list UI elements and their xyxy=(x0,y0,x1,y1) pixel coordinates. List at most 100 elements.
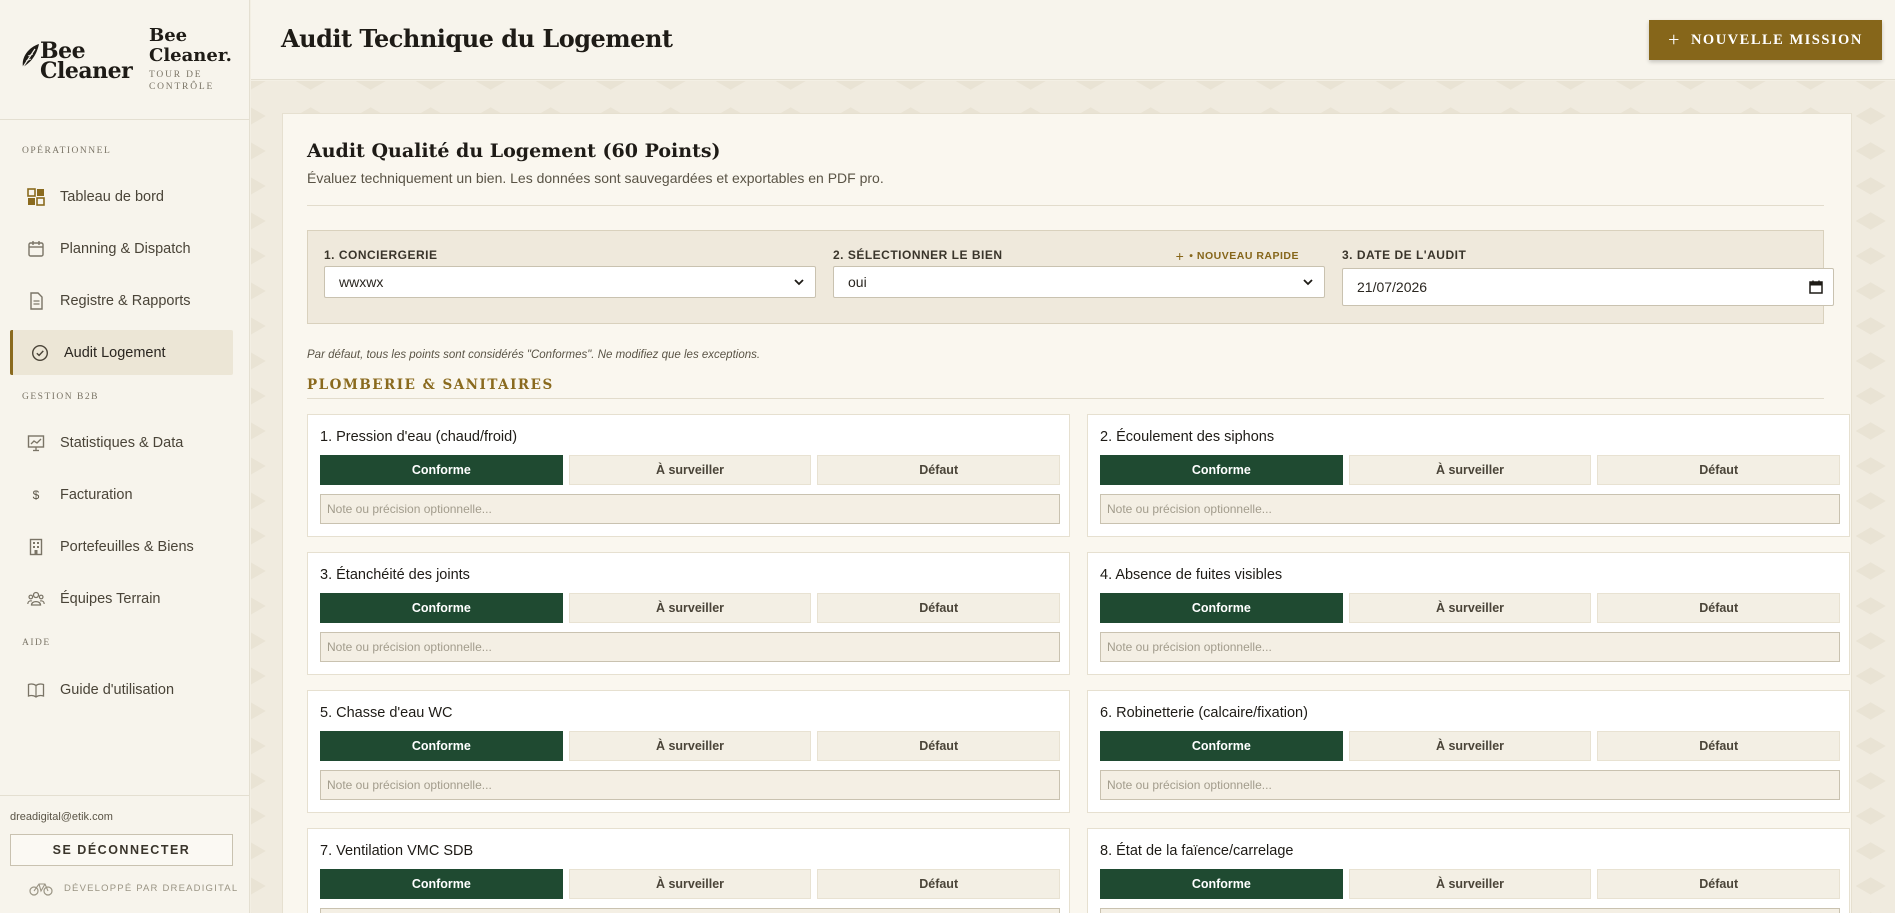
option-defaut[interactable]: Défaut xyxy=(1597,731,1841,761)
audit-card: Audit Qualité du Logement (60 Points) Év… xyxy=(282,113,1852,913)
sidebar-item-dashboard[interactable]: Tableau de bord xyxy=(10,174,233,219)
date-label: 3. Date de l'audit xyxy=(1342,248,1467,262)
sidebar-item-label: Audit Logement xyxy=(64,344,166,361)
section-title-plomberie: Plomberie & Sanitaires xyxy=(307,377,554,393)
option-a-surveiller[interactable]: À surveiller xyxy=(568,593,812,623)
chevron-down-icon xyxy=(1303,279,1313,286)
audit-point: 4. Absence de fuites visibles Conforme À… xyxy=(1087,552,1850,675)
audit-selector-panel: 1. Conciergerie wwxwx 2. Sélectionner le… xyxy=(307,230,1834,324)
divider xyxy=(307,398,1824,399)
audit-point-note[interactable] xyxy=(1100,770,1840,800)
sidebar-item-planning[interactable]: Planning & Dispatch xyxy=(10,226,233,271)
audit-point-options: Conforme À surveiller Défaut xyxy=(320,869,1061,899)
option-conforme[interactable]: Conforme xyxy=(1100,869,1343,899)
sidebar-item-portefeuilles[interactable]: Portefeuilles & Biens xyxy=(10,524,233,569)
audit-point-note[interactable] xyxy=(320,494,1060,524)
developer-credit-text: Développé par DreaDigital xyxy=(64,882,239,894)
audit-date-value: 21/07/2026 xyxy=(1357,279,1428,295)
option-defaut[interactable]: Défaut xyxy=(817,731,1061,761)
sidebar-item-facturation[interactable]: $ Facturation xyxy=(10,472,233,517)
brand-header: Bee Cleaner Bee Cleaner. Tour de contrôl… xyxy=(0,0,249,120)
option-conforme[interactable]: Conforme xyxy=(320,731,563,761)
user-email: dreadigital@etik.com xyxy=(10,811,113,823)
divider xyxy=(307,205,1824,206)
option-conforme[interactable]: Conforme xyxy=(1100,593,1343,623)
option-defaut[interactable]: Défaut xyxy=(817,869,1061,899)
option-a-surveiller[interactable]: À surveiller xyxy=(1348,869,1592,899)
logo-text-line2: Cleaner xyxy=(40,58,133,84)
calendar-icon[interactable] xyxy=(1809,280,1823,294)
plus-icon: + xyxy=(1175,248,1185,264)
sidebar-item-label: Portefeuilles & Biens xyxy=(60,538,194,555)
new-mission-label: Nouvelle mission xyxy=(1690,31,1863,48)
bien-label: 2. Sélectionner le bien xyxy=(833,248,1003,262)
audit-point-title: 1. Pression d'eau (chaud/froid) xyxy=(320,429,518,445)
option-a-surveiller[interactable]: À surveiller xyxy=(568,455,812,485)
audit-subtitle: Évaluez techniquement un bien. Les donné… xyxy=(307,170,884,186)
option-a-surveiller[interactable]: À surveiller xyxy=(568,731,812,761)
option-conforme[interactable]: Conforme xyxy=(1100,731,1343,761)
quick-new-button[interactable]: + • Nouveau rapide xyxy=(1176,248,1299,264)
option-a-surveiller[interactable]: À surveiller xyxy=(1348,593,1592,623)
audit-point-note[interactable] xyxy=(1100,908,1840,913)
option-conforme[interactable]: Conforme xyxy=(1100,455,1343,485)
chevron-down-icon xyxy=(794,279,804,286)
audit-point-title: 3. Étanchéité des joints xyxy=(320,567,470,583)
audit-point-options: Conforme À surveiller Défaut xyxy=(1100,869,1841,899)
nav-section-aide: Aide xyxy=(22,638,51,648)
bien-select[interactable]: oui xyxy=(833,266,1325,298)
audit-point-options: Conforme À surveiller Défaut xyxy=(1100,455,1841,485)
sidebar-item-audit-logement[interactable]: Audit Logement xyxy=(10,330,233,375)
option-conforme[interactable]: Conforme xyxy=(320,593,563,623)
sidebar-item-label: Planning & Dispatch xyxy=(60,240,191,257)
option-a-surveiller[interactable]: À surveiller xyxy=(568,869,812,899)
audit-point-note[interactable] xyxy=(320,770,1060,800)
sidebar: Bee Cleaner Bee Cleaner. Tour de contrôl… xyxy=(0,0,250,913)
brand-subtitle: Tour de contrôle xyxy=(149,70,215,92)
nav-section-gestion-b2b: Gestion B2B xyxy=(22,392,99,402)
conciergerie-label: 1. Conciergerie xyxy=(324,248,438,262)
option-defaut[interactable]: Défaut xyxy=(1597,593,1841,623)
audit-point: 8. État de la faïence/carrelage Conforme… xyxy=(1087,828,1850,913)
check-circle-icon xyxy=(30,343,50,363)
option-defaut[interactable]: Défaut xyxy=(817,455,1061,485)
bien-value: oui xyxy=(848,274,867,290)
audit-date-input[interactable]: 21/07/2026 xyxy=(1342,268,1834,306)
sidebar-item-guide[interactable]: Guide d'utilisation xyxy=(10,667,233,712)
sidebar-item-label: Statistiques & Data xyxy=(60,434,184,451)
option-a-surveiller[interactable]: À surveiller xyxy=(1348,731,1592,761)
audit-point-note[interactable] xyxy=(320,632,1060,662)
book-icon xyxy=(26,680,46,700)
conciergerie-select[interactable]: wwxwx xyxy=(324,266,816,298)
sidebar-item-registre[interactable]: Registre & Rapports xyxy=(10,278,233,323)
developer-credit: Développé par DreaDigital xyxy=(28,880,238,896)
audit-point-title: 5. Chasse d'eau WC xyxy=(320,705,453,721)
logout-button[interactable]: Se déconnecter xyxy=(10,834,233,866)
page-title: Audit Technique du Logement xyxy=(281,24,673,53)
sidebar-item-equipes[interactable]: Équipes Terrain xyxy=(10,576,233,621)
audit-point: 2. Écoulement des siphons Conforme À sur… xyxy=(1087,414,1850,537)
audit-point-options: Conforme À surveiller Défaut xyxy=(320,593,1061,623)
new-mission-button[interactable]: + Nouvelle mission xyxy=(1649,20,1882,60)
quick-new-label: • Nouveau rapide xyxy=(1189,250,1299,262)
option-conforme[interactable]: Conforme xyxy=(320,455,563,485)
audit-point-note[interactable] xyxy=(1100,494,1840,524)
audit-point-title: 7. Ventilation VMC SDB xyxy=(320,843,474,859)
option-defaut[interactable]: Défaut xyxy=(817,593,1061,623)
option-a-surveiller[interactable]: À surveiller xyxy=(1348,455,1592,485)
sidebar-item-statistiques[interactable]: Statistiques & Data xyxy=(10,420,233,465)
option-defaut[interactable]: Défaut xyxy=(1597,455,1841,485)
building-icon xyxy=(26,537,46,557)
audit-point-title: 2. Écoulement des siphons xyxy=(1100,429,1275,445)
audit-point-options: Conforme À surveiller Défaut xyxy=(1100,593,1841,623)
option-conforme[interactable]: Conforme xyxy=(320,869,563,899)
audit-point: 3. Étanchéité des joints Conforme À surv… xyxy=(307,552,1070,675)
chart-icon xyxy=(26,433,46,453)
option-defaut[interactable]: Défaut xyxy=(1597,869,1841,899)
audit-point-note[interactable] xyxy=(320,908,1060,913)
audit-point-title: 6. Robinetterie (calcaire/fixation) xyxy=(1100,705,1308,721)
sidebar-item-label: Équipes Terrain xyxy=(60,590,161,607)
bicycle-icon xyxy=(29,883,53,896)
plus-icon: + xyxy=(1668,28,1681,51)
audit-point-note[interactable] xyxy=(1100,632,1840,662)
